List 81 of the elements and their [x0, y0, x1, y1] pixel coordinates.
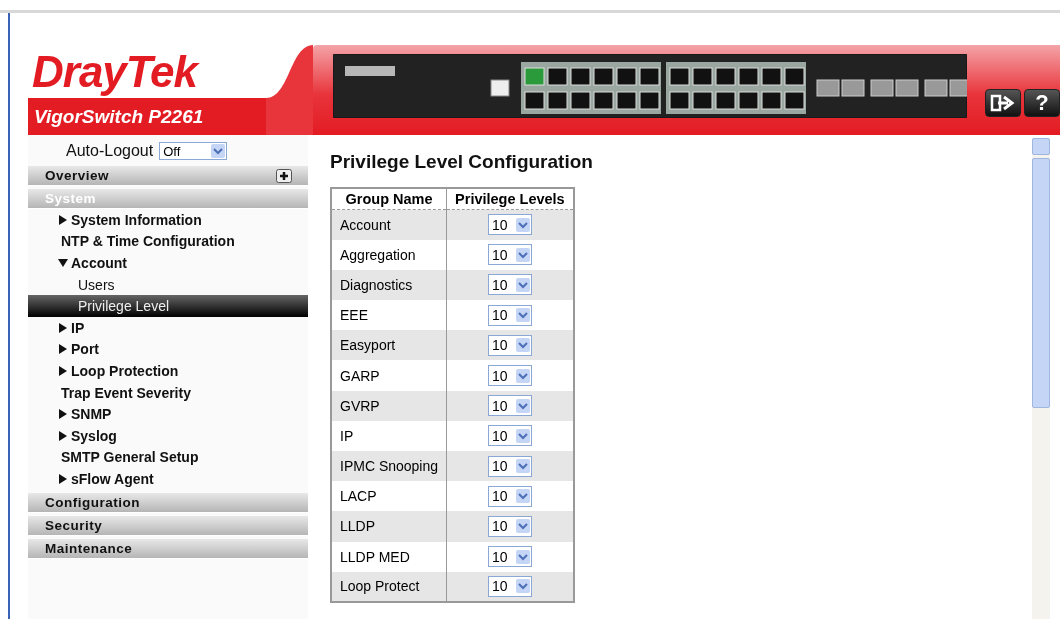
scrollbar-thumb[interactable]: [1032, 158, 1050, 408]
table-cell: IP: [331, 420, 447, 451]
menu-item[interactable]: Trap Event Severity: [28, 381, 308, 404]
column-header: Group Name: [331, 188, 447, 210]
privilege-level-select[interactable]: 10: [487, 365, 532, 387]
privilege-level-select[interactable]: 10: [487, 575, 532, 597]
collapsed-triangle-icon: [58, 214, 68, 225]
column-header: Privilege Levels: [446, 188, 574, 210]
dropdown-caret-icon: [515, 579, 530, 594]
dropdown-caret-icon: [515, 368, 530, 383]
privilege-level-select[interactable]: 10: [487, 304, 532, 326]
menu-section[interactable]: Configuration: [28, 492, 308, 513]
privilege-level-select[interactable]: 10: [487, 244, 532, 266]
collapsed-triangle-icon: [58, 473, 68, 484]
section-label: System: [45, 191, 97, 206]
collapsed-triangle-icon: [58, 409, 68, 420]
dropdown-caret-icon: [515, 247, 530, 262]
auto-logout-select[interactable]: Off: [159, 142, 228, 160]
brand-logo: DrayTek: [31, 46, 201, 98]
menu-item[interactable]: Privilege Level: [28, 295, 308, 317]
logout-button[interactable]: [985, 89, 1021, 117]
privilege-level-select[interactable]: 10: [487, 214, 532, 236]
section-label: Maintenance: [45, 540, 133, 556]
menu-item[interactable]: Users: [28, 273, 308, 296]
dropdown-caret-icon: [515, 338, 530, 353]
menu-item[interactable]: Syslog: [28, 424, 308, 447]
dropdown-caret-icon: [515, 308, 530, 323]
expand-plus-icon[interactable]: [276, 168, 292, 183]
table-cell: IPMC Snooping: [331, 451, 447, 482]
menu-item[interactable]: IP: [28, 316, 308, 339]
table-cell: Loop Protect: [331, 571, 447, 602]
section-label: Security: [45, 517, 103, 533]
dropdown-caret-icon: [515, 428, 530, 443]
table-cell: EEE: [331, 300, 447, 331]
menu-item[interactable]: sFlow Agent: [28, 468, 308, 490]
menu-section[interactable]: Security: [28, 515, 308, 536]
scrollbar[interactable]: [1032, 138, 1050, 619]
privilege-level-select[interactable]: 10: [487, 334, 532, 356]
dropdown-caret-icon: [515, 519, 530, 534]
privilege-level-select[interactable]: 10: [487, 425, 532, 447]
collapsed-triangle-icon: [58, 365, 68, 376]
menu-item[interactable]: SMTP General Setup: [28, 446, 308, 469]
menu-item[interactable]: Loop Protection: [28, 360, 308, 382]
table-cell: GVRP: [331, 390, 447, 421]
menu-item[interactable]: NTP & Time Configuration: [28, 230, 308, 253]
menu-item[interactable]: Port: [28, 338, 308, 361]
auto-logout-label: Auto-Logout: [66, 142, 154, 160]
dropdown-caret-icon: [515, 277, 530, 292]
dropdown-caret-icon: [515, 549, 530, 564]
dropdown-caret-icon: [515, 398, 530, 413]
dropdown-caret-icon: [515, 489, 530, 504]
menu-item[interactable]: Account: [28, 252, 308, 274]
collapsed-triangle-icon: [58, 322, 68, 333]
privilege-level-select[interactable]: 10: [487, 395, 532, 417]
privilege-level-select[interactable]: 10: [487, 515, 532, 537]
table-cell: GARP: [331, 360, 447, 391]
dropdown-caret-icon: [515, 459, 530, 474]
table-cell: Aggregation: [331, 239, 447, 270]
menu-section[interactable]: Overview: [28, 166, 308, 186]
menu-item[interactable]: System Information: [28, 209, 308, 231]
privilege-level-select[interactable]: 10: [487, 546, 532, 568]
privilege-level-select[interactable]: 10: [487, 455, 532, 477]
dropdown-caret-icon: [211, 144, 226, 158]
section-label: Configuration: [45, 494, 140, 510]
privilege-level-select[interactable]: 10: [487, 274, 532, 296]
collapsed-triangle-icon: [58, 344, 68, 355]
menu-section[interactable]: Maintenance: [28, 538, 308, 559]
collapsed-triangle-icon: [58, 430, 68, 441]
privilege-level-select[interactable]: 10: [487, 485, 532, 507]
model-name: VigorSwitch P2261: [28, 98, 266, 135]
expanded-triangle-icon: [58, 258, 68, 268]
table-cell: LACP: [331, 481, 447, 512]
dropdown-caret-icon: [515, 217, 530, 232]
table-cell: LLDP MED: [331, 541, 447, 572]
help-button[interactable]: ?: [1024, 89, 1060, 117]
scroll-up-button[interactable]: [1032, 138, 1050, 155]
page-title: Privilege Level Configuration: [330, 151, 594, 173]
menu-item[interactable]: SNMP: [28, 403, 308, 425]
table-cell: LLDP: [331, 511, 447, 542]
logout-arrow-icon: [990, 94, 1016, 112]
section-label: Overview: [45, 168, 110, 183]
